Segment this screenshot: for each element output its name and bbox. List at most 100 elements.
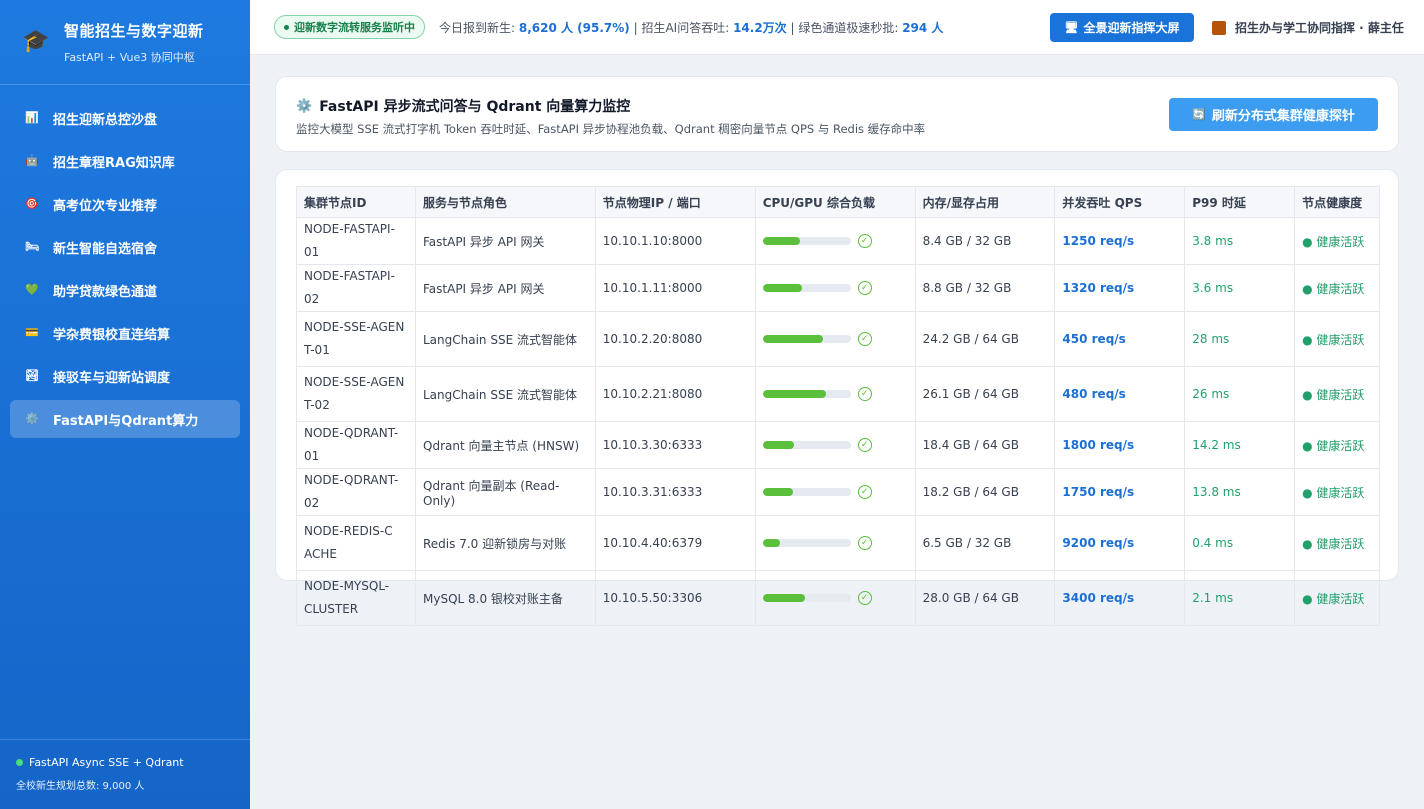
cell-health: ● 健康活跃 xyxy=(1294,421,1380,469)
node-id-text: NODE-MYSQL-CLUSTER xyxy=(304,579,390,616)
cell-load: ✓ xyxy=(754,311,916,367)
page-title-text: FastAPI 异步流式问答与 Qdrant 向量算力监控 xyxy=(319,99,631,115)
sidebar-nav: 📊 招生迎新总控沙盘 🤖 招生章程RAG知识库 🎯 高考位次专业推荐 🛏 新生智… xyxy=(0,85,250,438)
cell-node-id: NODE-MYSQL-CLUSTER xyxy=(296,570,416,626)
cell-memory: 8.4 GB / 32 GB xyxy=(914,217,1056,265)
load-bar-fill xyxy=(762,488,793,496)
refresh-health-button[interactable]: 🔄 刷新分布式集群健康探针 xyxy=(1169,98,1378,131)
column-header-node-id[interactable]: 集群节点ID xyxy=(296,186,416,218)
cell-p99: 13.8 ms xyxy=(1184,468,1296,516)
live-badge-label: 迎新数字流转服务监听中 xyxy=(294,21,415,34)
check-circle-icon: ✓ xyxy=(857,591,872,605)
sidebar-item-payment[interactable]: 💳 学杂费银校直连结算 xyxy=(10,314,240,352)
bed-icon: 🛏 xyxy=(25,240,39,253)
cell-memory: 18.2 GB / 64 GB xyxy=(914,468,1056,516)
load-bar xyxy=(762,390,851,398)
cell-ip: 10.10.3.31:6333 xyxy=(594,468,756,516)
column-header-ip[interactable]: 节点物理IP / 端口 xyxy=(594,186,756,218)
sidebar-item-rag[interactable]: 🤖 招生章程RAG知识库 xyxy=(10,142,240,180)
topbar: 迎新数字流转服务监听中 今日报到新生: 8,620 人 (95.7%) | 招生… xyxy=(250,0,1424,55)
graduation-cap-icon: 🎓 xyxy=(22,29,50,54)
brand-title: 智能招生与数字迎新 xyxy=(64,21,204,40)
cell-qps: 3400 req/s xyxy=(1054,570,1186,626)
cell-p99: 28 ms xyxy=(1184,311,1296,367)
sidebar-item-compute[interactable]: ⚙️ FastAPI与Qdrant算力 xyxy=(10,400,240,438)
cell-qps: 1250 req/s xyxy=(1054,217,1186,265)
sidebar-item-loan[interactable]: 💚 助学贷款绿色通道 xyxy=(10,271,240,309)
target-icon: 🎯 xyxy=(25,197,39,210)
load-bar-fill xyxy=(762,237,800,245)
table-row[interactable]: NODE-FASTAPI-01 FastAPI 异步 API 网关 10.10.… xyxy=(296,217,1380,265)
check-circle-icon: ✓ xyxy=(857,485,872,499)
enrollment-total: 全校新生规划总数: 9,000 人 xyxy=(16,781,145,792)
cell-health: ● 健康活跃 xyxy=(1294,570,1380,626)
user-label: 招生办与学工协同指挥 · 薛主任 xyxy=(1235,21,1404,35)
sidebar-item-dorm[interactable]: 🛏 新生智能自选宿舍 xyxy=(10,228,240,266)
cell-memory: 28.0 GB / 64 GB xyxy=(914,570,1056,626)
cell-ip: 10.10.1.11:8000 xyxy=(594,264,756,312)
cell-node-id: NODE-REDIS-CACHE xyxy=(296,515,416,571)
cell-qps: 1800 req/s xyxy=(1054,421,1186,469)
stat-prefix-green: | 绿色通道极速秒批: xyxy=(786,20,903,35)
sidebar-item-label: FastAPI与Qdrant算力 xyxy=(53,413,199,429)
column-header-qps[interactable]: 并发吞吐 QPS xyxy=(1054,186,1186,218)
cell-health: ● 健康活跃 xyxy=(1294,515,1380,571)
sidebar-item-label: 接驳车与迎新站调度 xyxy=(53,370,171,386)
load-bar-fill xyxy=(762,335,823,343)
cell-p99: 0.4 ms xyxy=(1184,515,1296,571)
cell-node-id: NODE-SSE-AGENT-01 xyxy=(296,311,416,367)
refresh-icon: 🔄 xyxy=(1192,108,1206,121)
cell-qps: 9200 req/s xyxy=(1054,515,1186,571)
load-bar xyxy=(762,594,851,602)
sidebar-item-dashboard[interactable]: 📊 招生迎新总控沙盘 xyxy=(10,99,240,137)
table-row[interactable]: NODE-QDRANT-02 Qdrant 向量副本 (Read-Only) 1… xyxy=(296,468,1380,516)
bar-chart-icon: 📊 xyxy=(25,111,39,124)
cell-node-id: NODE-SSE-AGENT-02 xyxy=(296,366,416,422)
sidebar-item-label: 高考位次专业推荐 xyxy=(53,198,158,214)
cell-memory: 18.4 GB / 64 GB xyxy=(914,421,1056,469)
sidebar-footer: FastAPI Async SSE + Qdrant 全校新生规划总数: 9,0… xyxy=(0,739,250,809)
check-circle-icon: ✓ xyxy=(857,234,872,248)
cell-health: ● 健康活跃 xyxy=(1294,468,1380,516)
cell-qps: 480 req/s xyxy=(1054,366,1186,422)
user-info[interactable]: 招生办与学工协同指挥 · 薛主任 xyxy=(1212,19,1404,36)
cluster-table: 集群节点ID 服务与节点角色 节点物理IP / 端口 CPU/GPU 综合负载 … xyxy=(296,186,1380,626)
load-bar xyxy=(762,488,851,496)
sidebar-item-recommend[interactable]: 🎯 高考位次专业推荐 xyxy=(10,185,240,223)
card-icon: 💳 xyxy=(25,326,39,339)
table-row[interactable]: NODE-SSE-AGENT-01 LangChain SSE 流式智能体 10… xyxy=(296,311,1380,367)
table-row[interactable]: NODE-QDRANT-01 Qdrant 向量主节点 (HNSW) 10.10… xyxy=(296,421,1380,469)
sidebar-item-shuttle[interactable]: 🏞 接驳车与迎新站调度 xyxy=(10,357,240,395)
column-header-p99[interactable]: P99 时延 xyxy=(1184,186,1296,218)
cell-load: ✓ xyxy=(754,570,916,626)
load-bar-fill xyxy=(762,539,781,547)
load-bar xyxy=(762,539,851,547)
table-row[interactable]: NODE-MYSQL-CLUSTER MySQL 8.0 银校对账主备 10.1… xyxy=(296,570,1380,626)
cell-role: MySQL 8.0 银校对账主备 xyxy=(415,570,596,626)
cell-node-id: NODE-QDRANT-02 xyxy=(296,468,416,516)
cell-role: Qdrant 向量副本 (Read-Only) xyxy=(415,468,596,516)
load-bar xyxy=(762,237,851,245)
table-header-row: 集群节点ID 服务与节点角色 节点物理IP / 端口 CPU/GPU 综合负载 … xyxy=(296,186,1380,218)
cell-ip: 10.10.3.30:6333 xyxy=(594,421,756,469)
column-header-role[interactable]: 服务与节点角色 xyxy=(415,186,596,218)
landscape-icon: 🏞 xyxy=(25,369,39,382)
cell-role: FastAPI 异步 API 网关 xyxy=(415,217,596,265)
cell-ip: 10.10.2.20:8080 xyxy=(594,311,756,367)
column-header-load[interactable]: CPU/GPU 综合负载 xyxy=(754,186,916,218)
cell-memory: 24.2 GB / 64 GB xyxy=(914,311,1056,367)
cell-qps: 1320 req/s xyxy=(1054,264,1186,312)
load-bar xyxy=(762,284,851,292)
stat-prefix-ai: | 招生AI问答吞吐: xyxy=(629,20,734,35)
load-bar-fill xyxy=(762,441,795,449)
column-header-health[interactable]: 节点健康度 xyxy=(1294,186,1380,218)
cell-node-id: NODE-FASTAPI-01 xyxy=(296,217,416,265)
table-row[interactable]: NODE-FASTAPI-02 FastAPI 异步 API 网关 10.10.… xyxy=(296,264,1380,312)
column-header-memory[interactable]: 内存/显存占用 xyxy=(914,186,1056,218)
table-row[interactable]: NODE-SSE-AGENT-02 LangChain SSE 流式智能体 10… xyxy=(296,366,1380,422)
sidebar-item-label: 学杂费银校直连结算 xyxy=(53,327,171,343)
table-row[interactable]: NODE-REDIS-CACHE Redis 7.0 迎新锁房与对账 10.10… xyxy=(296,515,1380,571)
big-screen-button[interactable]: 🖥 全景迎新指挥大屏 xyxy=(1050,13,1194,42)
service-status-label: FastAPI Async SSE + Qdrant xyxy=(29,756,184,769)
big-screen-label: 全景迎新指挥大屏 xyxy=(1083,21,1180,35)
